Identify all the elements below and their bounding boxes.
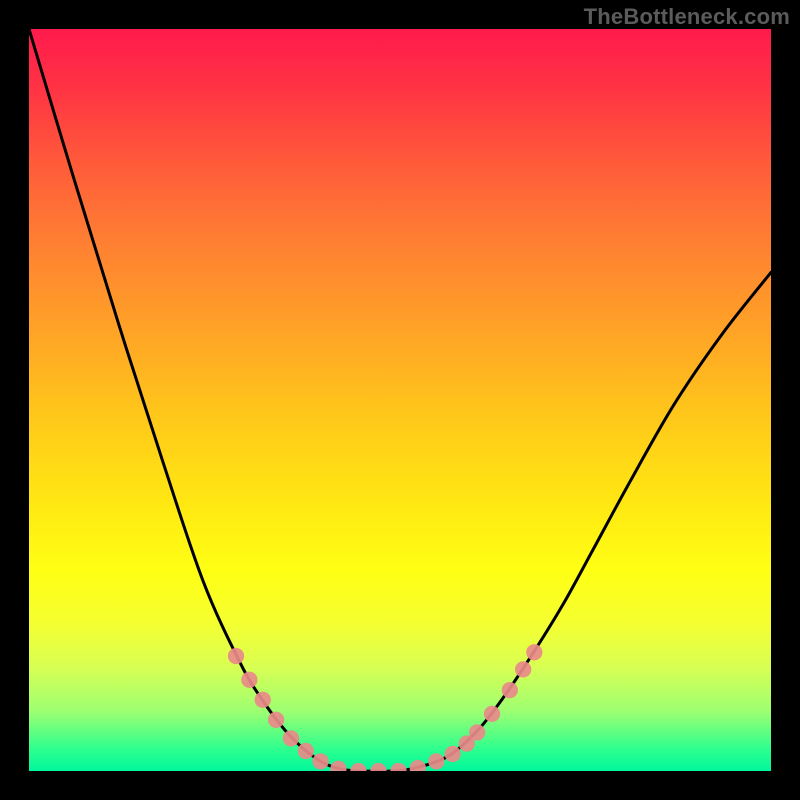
watermark-text: TheBottleneck.com — [584, 4, 790, 30]
chart-frame: TheBottleneck.com — [0, 0, 800, 800]
plot-background-gradient — [29, 29, 771, 771]
